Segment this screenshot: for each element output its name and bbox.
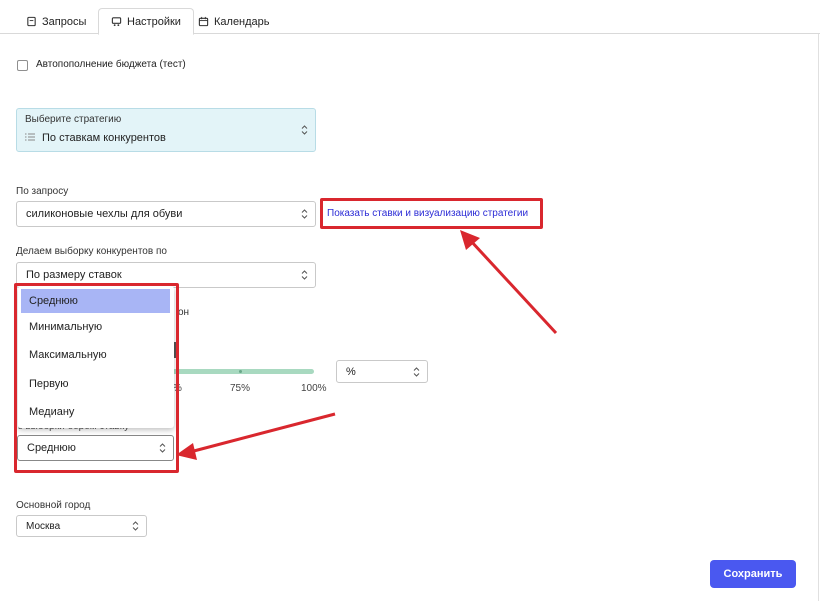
- tab-requests[interactable]: Запросы: [14, 8, 98, 35]
- strategy-label: Выберите стратегию: [25, 114, 122, 125]
- annotation-highlight-box: [14, 283, 179, 473]
- query-label: По запросу: [16, 186, 69, 197]
- strategy-select[interactable]: Выберите стратегию По ставкам конкуренто…: [16, 108, 316, 152]
- tag-icon: [27, 16, 36, 27]
- unit-value: %: [346, 365, 356, 378]
- content-border: [818, 34, 819, 601]
- tab-settings[interactable]: Настройки: [98, 8, 194, 35]
- annotation-arrow: [176, 412, 336, 460]
- query-select[interactable]: силиконовые чехлы для обуви: [16, 201, 316, 227]
- chevron-updown-icon: [413, 366, 420, 377]
- tick-label: 75%: [230, 383, 251, 394]
- city-label: Основной город: [16, 500, 91, 511]
- chevron-updown-icon: [301, 209, 308, 219]
- tab-label: Календарь: [214, 15, 270, 28]
- strategy-value: По ставкам конкурентов: [42, 132, 166, 144]
- autofill-label: Автопополнение бюджета (тест): [36, 59, 186, 70]
- list-icon: [25, 133, 35, 141]
- unit-select[interactable]: %: [336, 360, 428, 383]
- sampling-label: Делаем выборку конкурентов по: [16, 246, 167, 257]
- autofill-checkbox[interactable]: [17, 60, 28, 71]
- query-value: силиконовые чехлы для обуви: [26, 208, 183, 220]
- city-select[interactable]: Москва: [16, 515, 147, 537]
- sampling-value: По размеру ставок: [26, 269, 122, 281]
- tab-calendar[interactable]: Календарь: [186, 8, 282, 35]
- city-value: Москва: [26, 520, 61, 532]
- tick-label: 100%: [301, 383, 327, 394]
- range-slider[interactable]: [172, 369, 314, 374]
- tab-bar: Запросы Настройки Календарь: [0, 0, 820, 35]
- chevron-updown-icon: [301, 270, 308, 280]
- tab-label: Настройки: [127, 15, 181, 28]
- chevron-updown-icon: [132, 521, 139, 531]
- show-bids-link[interactable]: Показать ставки и визуализацию стратегии: [327, 208, 528, 219]
- settings-icon: [111, 17, 122, 27]
- slider-dot: [239, 370, 242, 373]
- chevron-updown-icon: [301, 125, 308, 135]
- range-label: он: [178, 307, 190, 318]
- tab-label: Запросы: [42, 15, 87, 28]
- annotation-arrow: [460, 230, 558, 335]
- save-button[interactable]: Сохранить: [710, 560, 796, 588]
- calendar-icon: [198, 16, 209, 27]
